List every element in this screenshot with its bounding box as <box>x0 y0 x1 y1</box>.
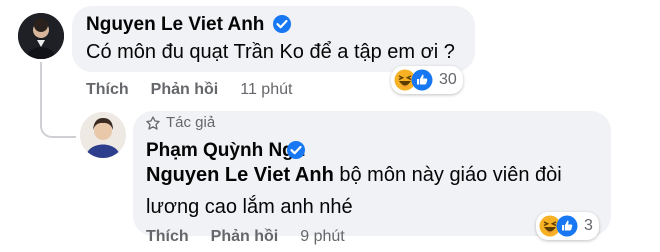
comment-actions: Thích Phản hồi 9 phút <box>146 228 345 246</box>
reply-button[interactable]: Phản hồi <box>151 81 219 99</box>
comment-text: Nguyen Le Viet Anh bộ môn này giáo viên … <box>146 159 596 223</box>
mention-link[interactable]: Nguyen Le Viet Anh <box>146 164 334 186</box>
comment-text: Có môn đu quạt Trần Ko để a tập em ơi ? <box>86 41 455 63</box>
reaction-summary[interactable]: 3 <box>536 212 599 240</box>
avatar[interactable] <box>18 13 64 59</box>
like-button[interactable]: Thích <box>146 228 189 246</box>
reply-button[interactable]: Phản hồi <box>211 228 279 246</box>
like-icon <box>556 215 578 237</box>
verified-badge-icon <box>287 141 305 159</box>
comment-actions: Thích Phản hồi 11 phút <box>86 81 292 99</box>
like-icon <box>411 69 433 91</box>
comment-author[interactable]: Nguyen Le Viet Anh <box>86 14 264 36</box>
avatar[interactable] <box>80 112 126 158</box>
reaction-count: 3 <box>584 217 593 234</box>
author-badge: Tác giả <box>146 114 215 131</box>
like-button[interactable]: Thích <box>86 81 129 99</box>
thread-connector <box>40 62 76 138</box>
timestamp[interactable]: 11 phút <box>240 81 292 99</box>
timestamp[interactable]: 9 phút <box>300 228 344 246</box>
reaction-count: 30 <box>439 71 457 88</box>
author-badge-icon <box>146 115 160 130</box>
author-badge-label: Tác giả <box>166 114 216 131</box>
reaction-summary[interactable]: 30 <box>391 66 463 94</box>
verified-badge-icon <box>273 15 291 33</box>
